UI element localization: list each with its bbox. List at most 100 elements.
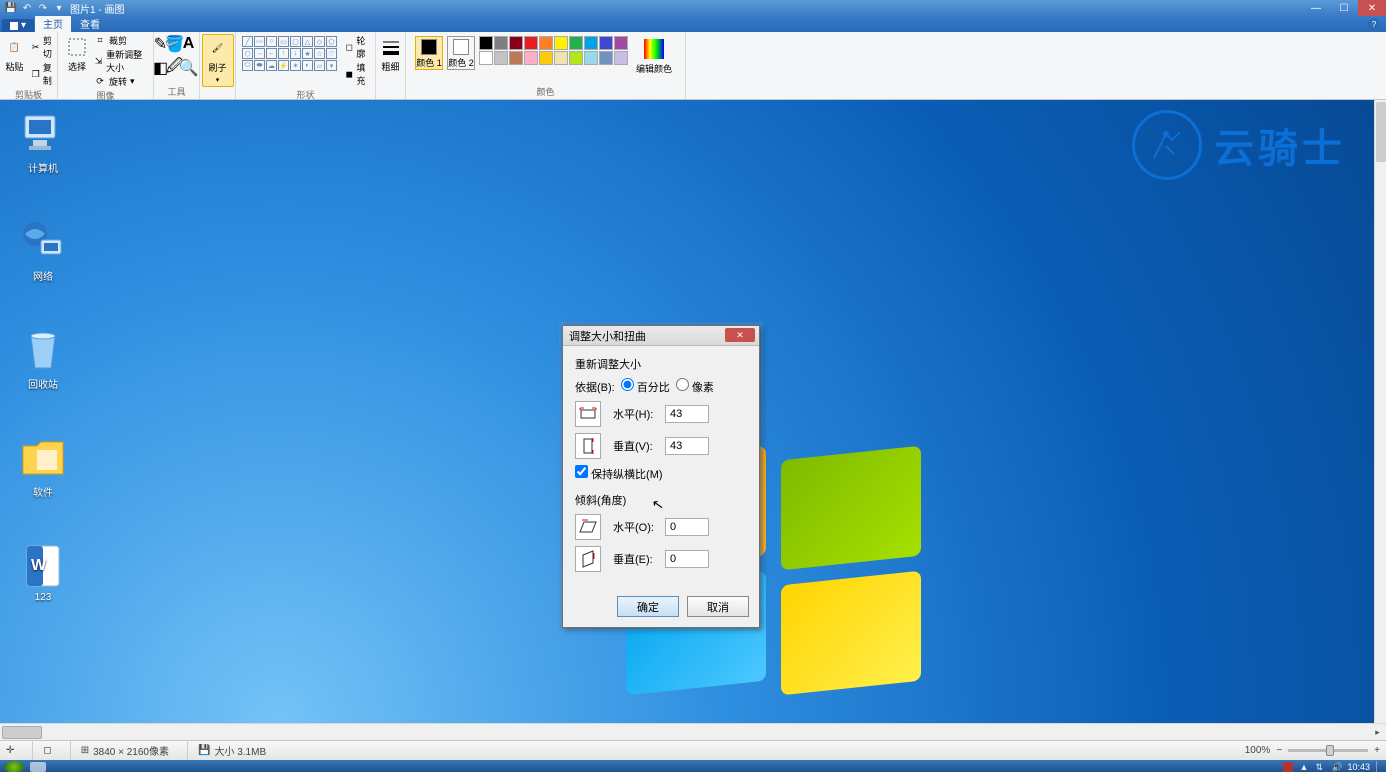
color-swatch[interactable]: [494, 36, 508, 50]
aspect-checkbox[interactable]: 保持纵横比(M): [575, 465, 663, 482]
color-swatch[interactable]: [614, 36, 628, 50]
crosshair-icon: ✛: [6, 745, 14, 756]
cut-button[interactable]: ✂剪切: [30, 34, 58, 60]
shapes-gallery[interactable]: ╱〰○▭▢△◇⬠ ⬡→←↑↓★☆♡ ⬭⬬☁⚡✶◐▱▾: [240, 34, 339, 73]
color-swatch[interactable]: [539, 36, 553, 50]
desktop-icon-doc[interactable]: W 123: [8, 542, 78, 603]
ribbon-tabstrip: ▾ 主页 查看: [0, 16, 1386, 32]
start-button[interactable]: [4, 761, 24, 772]
skew-h-input[interactable]: [665, 518, 709, 536]
tab-home[interactable]: 主页: [35, 15, 71, 32]
vert-label: 垂直(V):: [613, 438, 659, 454]
scroll-thumb[interactable]: [1376, 102, 1386, 162]
taskbar-app-paint[interactable]: [30, 762, 46, 772]
canvas-area[interactable]: 计算机 网络 回收站 软件 W 123 云骑士 调整大小和扭曲 ✕ 重新调整大小: [0, 100, 1386, 723]
shape-fill-button[interactable]: ◼填充: [343, 61, 371, 87]
zoom-out-button[interactable]: −: [1276, 745, 1282, 756]
eraser-icon[interactable]: ◧: [155, 62, 167, 74]
color-swatch[interactable]: [539, 51, 553, 65]
skew-v-input[interactable]: [665, 550, 709, 568]
tray-flag-icon[interactable]: ▲: [1299, 762, 1309, 772]
desktop-icon-recycle[interactable]: 回收站: [8, 326, 78, 391]
undo-icon[interactable]: ↶: [20, 2, 34, 14]
ribbon: 📋 粘贴 ✂剪切 ❐复制 剪贴板 选择 ⌗裁剪 ⇲重新调整大小 ⟳旋转 ▾ 图像: [0, 32, 1386, 100]
cancel-button[interactable]: 取消: [687, 596, 749, 617]
color-swatch[interactable]: [554, 36, 568, 50]
color-swatch[interactable]: [569, 36, 583, 50]
minimize-button[interactable]: —: [1302, 0, 1330, 16]
group-clipboard: 📋 粘贴 ✂剪切 ❐复制 剪贴板: [0, 32, 58, 99]
desktop-icon-network[interactable]: 网络: [8, 218, 78, 283]
color-swatch[interactable]: [509, 36, 523, 50]
group-image: 选择 ⌗裁剪 ⇲重新调整大小 ⟳旋转 ▾ 图像: [58, 32, 154, 99]
paste-button[interactable]: 📋 粘贴: [0, 34, 30, 75]
text-icon[interactable]: A: [183, 38, 195, 50]
color-swatch[interactable]: [509, 51, 523, 65]
brush-button[interactable]: 🖌 刷子 ▾: [202, 34, 234, 87]
color-swatch[interactable]: [524, 36, 538, 50]
color-palette[interactable]: [479, 36, 628, 65]
vertical-scrollbar[interactable]: [1374, 100, 1386, 723]
resize-button[interactable]: ⇲重新调整大小: [92, 48, 149, 74]
zoom-slider[interactable]: [1288, 749, 1368, 752]
recycle-icon: [19, 326, 67, 374]
show-desktop-button[interactable]: [1376, 761, 1382, 772]
zoom-in-button[interactable]: +: [1374, 745, 1380, 756]
edit-colors-button[interactable]: 编辑颜色: [632, 36, 676, 77]
save-icon[interactable]: 💾: [4, 2, 18, 14]
color-swatch[interactable]: [524, 51, 538, 65]
status-dimensions: ⊞3840 × 2160像素: [70, 741, 169, 760]
dialog-titlebar[interactable]: 调整大小和扭曲 ✕: [563, 326, 759, 346]
stroke-size-button[interactable]: 粗细: [376, 34, 406, 75]
radio-percent[interactable]: 百分比: [621, 378, 670, 395]
radio-pixels[interactable]: 像素: [676, 378, 714, 395]
color-swatch[interactable]: [479, 51, 493, 65]
tab-view[interactable]: 查看: [72, 15, 108, 32]
window-titlebar: 💾 ↶ ↷ ▾ 图片1 - 画图 — ☐ ✕: [0, 0, 1386, 16]
desktop-icon-computer[interactable]: 计算机: [8, 110, 78, 175]
color-swatch[interactable]: [584, 51, 598, 65]
watermark-brand: 云骑士: [1132, 110, 1346, 180]
help-icon[interactable]: ?: [1368, 18, 1380, 30]
fill-icon[interactable]: 🪣: [169, 38, 181, 50]
color-swatch[interactable]: [569, 51, 583, 65]
color-swatch[interactable]: [599, 51, 613, 65]
horiz-input[interactable]: [665, 405, 709, 423]
color-swatch[interactable]: [494, 51, 508, 65]
tray-clock[interactable]: 10:43: [1347, 762, 1370, 772]
qat-dropdown-icon[interactable]: ▾: [52, 2, 66, 14]
tray-volume-icon[interactable]: 🔊: [1331, 762, 1341, 772]
maximize-button[interactable]: ☐: [1330, 0, 1358, 16]
desktop-icon-software[interactable]: 软件: [8, 434, 78, 499]
magnifier-icon[interactable]: 🔍: [183, 62, 195, 74]
color-swatch[interactable]: [554, 51, 568, 65]
scroll-thumb[interactable]: [2, 726, 42, 739]
tray-network-icon[interactable]: ⇅: [1315, 762, 1325, 772]
horiz-skew-icon: [575, 514, 601, 540]
crop-button[interactable]: ⌗裁剪: [92, 34, 149, 47]
tray-ime-icon[interactable]: [1283, 762, 1293, 772]
close-button[interactable]: ✕: [1358, 0, 1386, 16]
vert-input[interactable]: [665, 437, 709, 455]
zoom-knob[interactable]: [1326, 745, 1334, 756]
redo-icon[interactable]: ↷: [36, 2, 50, 14]
dialog-title: 调整大小和扭曲: [569, 328, 646, 344]
color2-button[interactable]: 颜色 2: [447, 36, 475, 70]
dialog-close-button[interactable]: ✕: [725, 328, 755, 342]
color-swatch[interactable]: [614, 51, 628, 65]
ok-button[interactable]: 确定: [617, 596, 679, 617]
color-swatch[interactable]: [599, 36, 613, 50]
shape-outline-button[interactable]: ◻轮廓: [343, 34, 371, 60]
copy-button[interactable]: ❐复制: [30, 61, 58, 87]
scroll-right-arrow[interactable]: ▸: [1369, 724, 1386, 741]
fill-shape-icon: ◼: [345, 68, 353, 80]
file-menu-button[interactable]: ▾: [2, 19, 34, 32]
taskbar[interactable]: ▲ ⇅ 🔊 10:43: [0, 760, 1386, 772]
color-swatch[interactable]: [479, 36, 493, 50]
color1-button[interactable]: 颜色 1: [415, 36, 443, 70]
horizontal-scrollbar[interactable]: ▸: [0, 723, 1386, 740]
select-button[interactable]: 选择: [62, 34, 92, 75]
rotate-button[interactable]: ⟳旋转 ▾: [92, 75, 149, 88]
color-swatch[interactable]: [584, 36, 598, 50]
horiz-resize-icon: [575, 401, 601, 427]
